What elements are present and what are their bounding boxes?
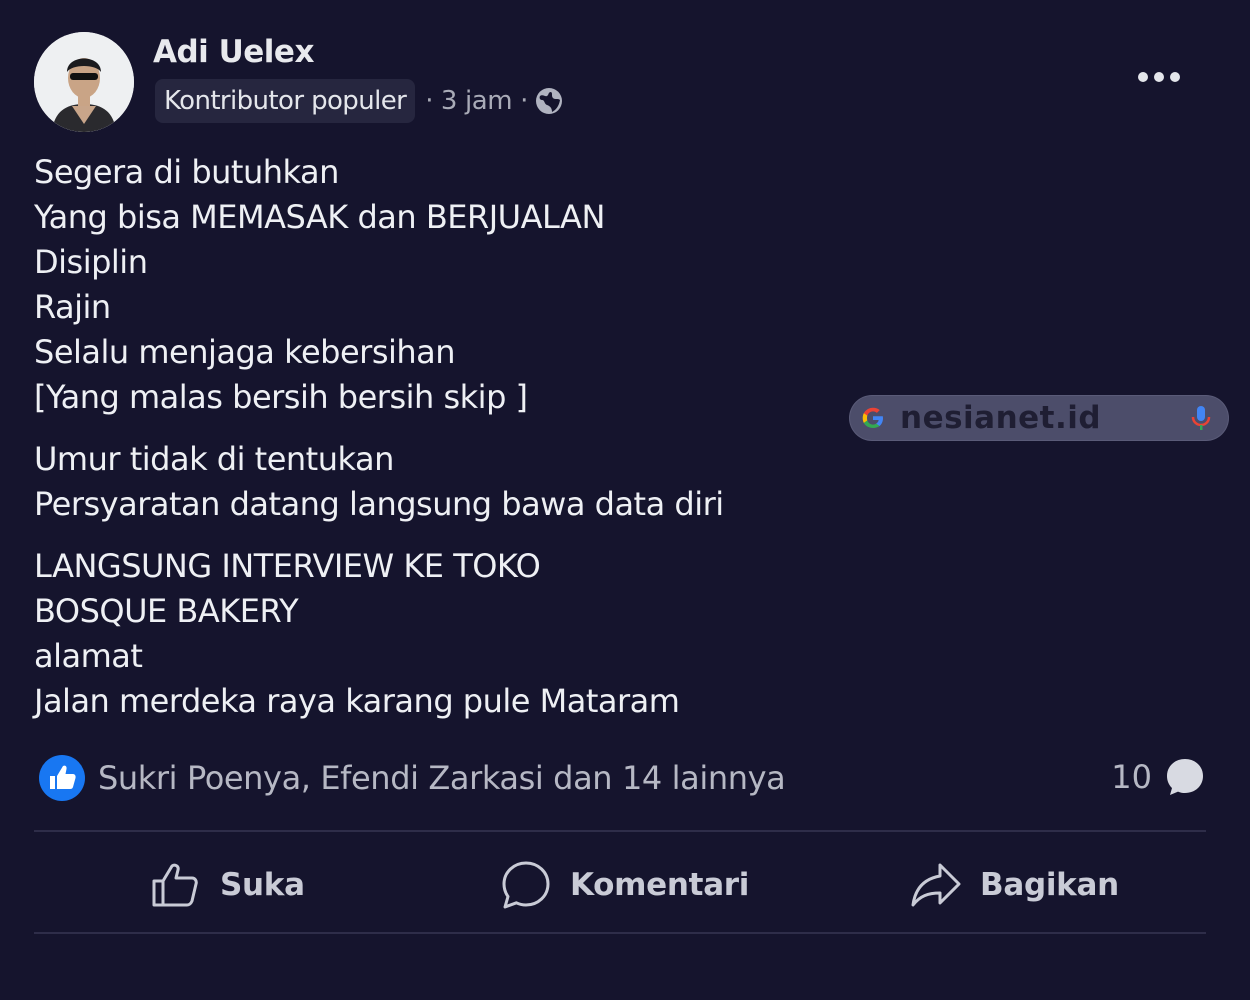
comment-label: Komentari <box>570 867 750 903</box>
thumbs-up-icon <box>152 863 198 907</box>
search-watermark: nesianet.id <box>850 396 1228 440</box>
divider <box>34 830 1206 832</box>
post-line: BOSQUE BAKERY <box>34 592 299 630</box>
more-options-icon[interactable] <box>1136 62 1182 92</box>
post-meta: Kontributor populer · 3 jam · <box>155 76 564 126</box>
facebook-post: Adi Uelex Kontributor populer · 3 jam · … <box>0 0 1250 1000</box>
microphone-icon <box>1191 406 1211 430</box>
contributor-badge: Kontributor populer <box>155 79 416 123</box>
paragraph-1: Segera di butuhkan Yang bisa MEMASAK dan… <box>34 150 834 420</box>
post-line: Yang bisa MEMASAK dan BERJUALAN <box>34 198 605 236</box>
post-line: Umur tidak di tentukan <box>34 440 394 478</box>
post-time[interactable]: · 3 jam · <box>425 86 528 116</box>
reactors-text[interactable]: Sukri Poenya, Efendi Zarkasi dan 14 lain… <box>98 759 786 797</box>
post-content: Segera di butuhkan Yang bisa MEMASAK dan… <box>34 150 834 724</box>
author-name[interactable]: Adi Uelex <box>153 34 314 70</box>
like-reaction-icon <box>39 755 85 801</box>
share-label: Bagikan <box>980 867 1119 903</box>
paragraph-3: LANGSUNG INTERVIEW KE TOKO BOSQUE BAKERY… <box>34 544 834 724</box>
post-line: Selalu menjaga kebersihan <box>34 333 456 371</box>
comment-count[interactable]: 10 <box>1111 756 1206 798</box>
comment-icon <box>502 861 550 909</box>
post-line: Persyaratan datang langsung bawa data di… <box>34 485 724 523</box>
globe-icon <box>535 88 562 114</box>
comment-button[interactable]: Komentari <box>500 852 749 918</box>
like-label: Suka <box>220 867 305 903</box>
like-button[interactable]: Suka <box>150 852 305 918</box>
google-icon <box>862 407 883 428</box>
post-line: [Yang malas bersih bersih skip ] <box>34 378 528 416</box>
search-text: nesianet.id <box>900 400 1102 436</box>
post-line: Segera di butuhkan <box>34 153 339 191</box>
divider <box>34 932 1206 934</box>
share-icon <box>911 863 961 907</box>
comment-count-value[interactable]: 10 <box>1111 758 1152 796</box>
post-line: Rajin <box>34 288 111 326</box>
post-line: alamat <box>34 637 143 675</box>
post-line: LANGSUNG INTERVIEW KE TOKO <box>34 547 541 585</box>
post-line: Disiplin <box>34 243 148 281</box>
share-button[interactable]: Bagikan <box>910 852 1119 918</box>
avatar[interactable] <box>34 32 134 132</box>
comment-bubble-icon <box>1167 759 1203 795</box>
post-line: Jalan merdeka raya karang pule Mataram <box>34 682 680 720</box>
reactions-summary[interactable]: Sukri Poenya, Efendi Zarkasi dan 14 lain… <box>38 754 786 802</box>
paragraph-2: Umur tidak di tentukan Persyaratan datan… <box>34 437 834 527</box>
